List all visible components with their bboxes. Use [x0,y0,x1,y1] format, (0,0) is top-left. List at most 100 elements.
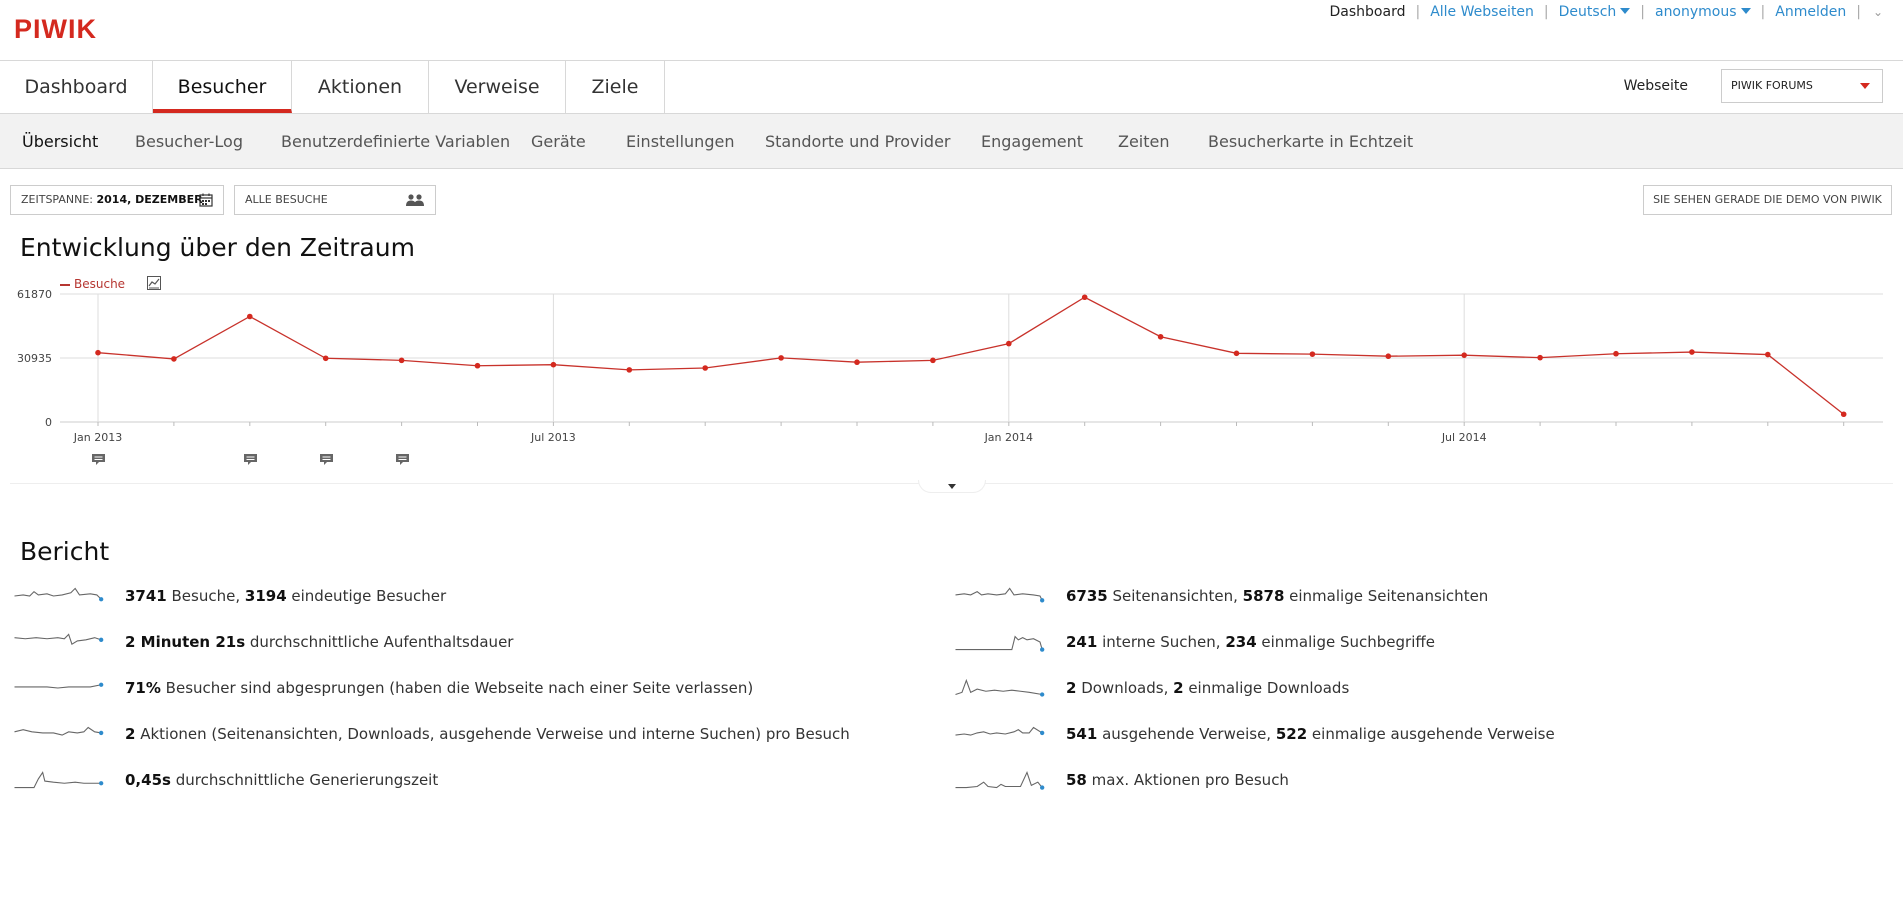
website-label: Webseite [1623,78,1688,94]
data-point[interactable] [1233,350,1240,357]
report-metric-text: 3741 Besuche, 3194 eindeutige Besucher [125,587,446,605]
data-point[interactable] [1613,350,1619,357]
subtab-custom-variables[interactable]: Benutzerdefinierte Variablen [281,114,510,170]
piwik-logo[interactable]: PIWIK [14,14,97,45]
report-title: Bericht [20,537,110,566]
subtab-settings[interactable]: Einstellungen [626,114,734,170]
user-dropdown[interactable]: anonymous [1655,4,1751,20]
data-point[interactable] [1081,294,1088,301]
report-row: 2 Minuten 21s durchschnittliche Aufentha… [10,629,910,655]
sparkline[interactable] [10,721,110,747]
metric-label: eindeutige Besucher [286,587,447,605]
sparkline[interactable] [951,721,1051,747]
calendar-icon [199,193,213,207]
data-point[interactable] [474,362,481,369]
login-link[interactable]: Anmelden [1775,4,1846,20]
metric-value: 522 [1275,725,1308,743]
data-point[interactable] [1157,333,1164,340]
subtab-realtime-map[interactable]: Besucherkarte in Echtzeit [1208,114,1413,170]
collapse-toggle[interactable] [918,480,986,493]
data-point[interactable] [1840,411,1847,418]
data-point[interactable] [1385,353,1392,360]
metric-label: durchschnittliche Aufenthaltsdauer [245,633,514,651]
metric-value: 2 [1173,679,1184,697]
sparkline[interactable] [10,767,110,793]
annotation-icon[interactable] [243,451,258,465]
demo-notice-button[interactable]: SIE SEHEN GERADE DIE DEMO VON PIWIK [1643,185,1892,215]
separator: | [1760,4,1766,20]
metric-value: 2 [1066,679,1077,697]
data-point[interactable] [171,356,177,362]
tab-aktionen[interactable]: Aktionen [292,61,429,113]
sparkline[interactable] [951,629,1051,655]
metric-value: 234 [1225,633,1257,651]
sub-navigation: Übersicht Besucher-Log Benutzerdefiniert… [0,114,1903,169]
data-point[interactable] [398,357,405,364]
report-metric-text: 241 interne Suchen, 234 einmalige Suchbe… [1066,633,1435,651]
period-selector[interactable]: ZEITSPANNE: 2014, DEZEMBER [10,185,224,215]
data-point[interactable] [1689,349,1695,355]
segment-users-icon [406,194,424,206]
sparkline[interactable] [951,675,1051,701]
report-metric-text: 2 Aktionen (Seitenansichten, Downloads, … [125,725,850,743]
data-point[interactable] [854,359,860,366]
data-point[interactable] [247,313,253,320]
metric-label: Downloads, [1076,679,1174,697]
sparkline[interactable] [10,629,110,655]
metric-label: einmalige Suchbegriffe [1256,633,1435,651]
subtab-engagement[interactable]: Engagement [981,114,1083,170]
report-row: 6735 Seitenansichten, 5878 einmalige Sei… [951,583,1851,609]
website-selector[interactable]: PIWIK FORUMS [1721,69,1883,103]
report-metric-text: 71% Besucher sind abgesprungen (haben di… [125,679,753,697]
annotation-icon[interactable] [395,451,410,465]
annotation-icon[interactable] [319,451,334,465]
data-point[interactable] [1309,351,1316,357]
tab-verweise[interactable]: Verweise [429,61,566,113]
tab-dashboard[interactable]: Dashboard [0,61,153,113]
metric-label: Seitenansichten, [1107,587,1243,605]
x-tick-label: Jul 2014 [1441,431,1487,444]
report-row: 3741 Besuche, 3194 eindeutige Besucher [10,583,910,609]
data-point[interactable] [1006,340,1012,347]
metric-value: 0,45s [125,771,171,789]
metric-value: 71% [125,679,161,697]
segment-selector[interactable]: ALLE BESUCHE [234,185,436,215]
metric-label: Besuche, [166,587,245,605]
sparkline[interactable] [10,583,110,609]
annotation-icon[interactable] [91,451,106,465]
tab-ziele[interactable]: Ziele [566,61,665,113]
subtab-visitor-log[interactable]: Besucher-Log [135,114,243,170]
report-row: 2 Downloads, 2 einmalige Downloads [951,675,1851,701]
data-point[interactable] [550,361,557,368]
x-tick-label: Jan 2013 [73,431,122,444]
top-link-dashboard[interactable]: Dashboard [1330,4,1406,20]
subtab-locations[interactable]: Standorte und Provider [765,114,951,170]
subtab-overview[interactable]: Übersicht [22,114,98,170]
subtab-times[interactable]: Zeiten [1118,114,1170,170]
data-point[interactable] [626,367,633,373]
data-point[interactable] [778,355,784,361]
tab-besucher[interactable]: Besucher [153,61,292,113]
y-tick-label: 0 [45,416,52,429]
chevron-down-icon[interactable]: ⌄ [1873,5,1883,19]
subtab-devices[interactable]: Geräte [531,114,586,170]
data-point[interactable] [322,355,329,362]
report-row: 58 max. Aktionen pro Besuch [951,767,1851,793]
data-point[interactable] [1461,352,1467,358]
data-point[interactable] [702,365,708,371]
language-dropdown[interactable]: Deutsch [1559,4,1631,20]
data-point[interactable] [1765,351,1771,358]
top-link-all-websites[interactable]: Alle Webseiten [1430,4,1534,20]
data-point[interactable] [1537,354,1543,361]
metric-value: 3741 [125,587,167,605]
report-row: 241 interne Suchen, 234 einmalige Suchbe… [951,629,1851,655]
metric-value: 3194 [244,587,287,605]
sparkline[interactable] [951,767,1051,793]
x-tick-label: Jul 2013 [530,431,576,444]
separator: | [1856,4,1861,20]
report-metric-text: 541 ausgehende Verweise, 522 einmalige a… [1066,725,1555,743]
sparkline[interactable] [10,675,110,701]
data-point[interactable] [930,357,936,364]
data-point[interactable] [95,349,101,356]
sparkline[interactable] [951,583,1051,609]
